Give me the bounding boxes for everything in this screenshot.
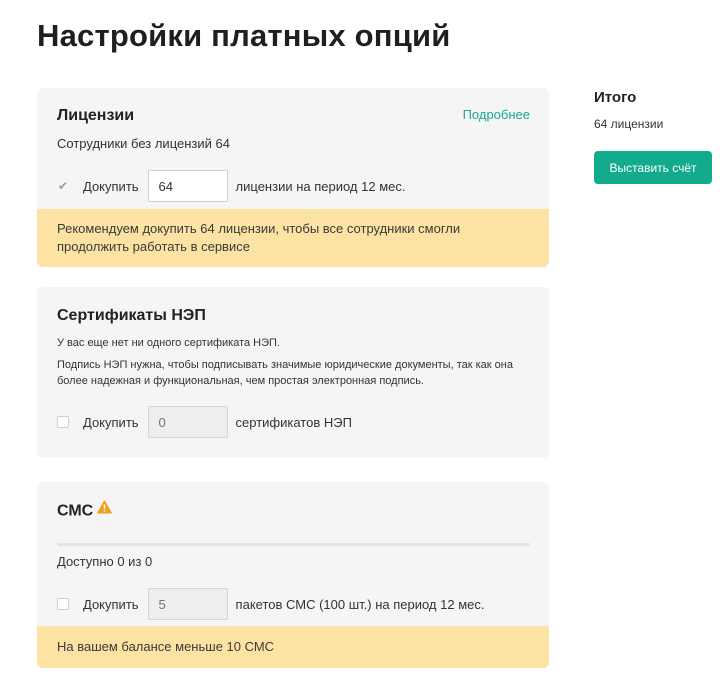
certificates-quantity-input[interactable] [147, 406, 228, 438]
certificates-buy-label: Докупить [83, 414, 139, 430]
sms-usage-bar [57, 543, 530, 546]
sms-period-label: пакетов СМС (100 шт.) на период 12 мес. [235, 596, 485, 612]
licenses-recommendation-notice: Рекомендуем докупить 64 лицензии, чтобы … [37, 209, 549, 267]
certificates-unit-label: сертификатов НЭП [235, 414, 352, 430]
no-certificates-text: У вас еще нет ни одного сертификата НЭП. [57, 337, 280, 349]
licenses-checkbox[interactable]: ✔ [57, 180, 69, 192]
certificates-checkbox[interactable] [57, 416, 69, 428]
more-link[interactable]: Подробнее [463, 107, 530, 122]
licenses-buy-row: ✔ Докупить лицензии на период 12 мес. [57, 170, 405, 202]
licenses-quantity-input[interactable] [147, 170, 228, 202]
invoice-button[interactable]: Выставить счёт [594, 151, 712, 184]
licenses-buy-label: Докупить [83, 178, 139, 194]
sms-balance-notice: На вашем балансе меньше 10 СМС [37, 626, 549, 668]
sms-checkbox[interactable] [57, 598, 69, 610]
summary-count: 64 лицензии [594, 117, 664, 131]
sms-buy-row: Докупить пакетов СМС (100 шт.) на период… [57, 588, 484, 620]
certificates-buy-row: Докупить сертификатов НЭП [57, 406, 352, 438]
certificates-title: Сертификаты НЭП [57, 307, 206, 324]
licenses-period-label: лицензии на период 12 мес. [235, 178, 406, 194]
page-title: Настройки платных опций [37, 18, 451, 53]
certificates-description: Подпись НЭП нужна, чтобы подписывать зна… [57, 359, 513, 387]
summary-title: Итого [594, 89, 637, 106]
sms-buy-label: Докупить [83, 596, 139, 612]
sms-title: СМС [57, 502, 94, 520]
sms-title-row: СМС [57, 500, 113, 521]
sms-card: СМС Доступно 0 из 0 Докупить пакетов СМС… [37, 482, 549, 668]
warning-icon [97, 500, 113, 519]
sms-available-text: Доступно 0 из 0 [57, 554, 153, 569]
licenses-card: Лицензии Подробнее Сотрудники без лиценз… [37, 88, 549, 267]
checkmark-icon: ✔ [57, 179, 69, 193]
employees-without-license: Сотрудники без лицензий 64 [57, 136, 230, 151]
licenses-title: Лицензии [57, 107, 135, 124]
sms-quantity-input[interactable] [147, 588, 228, 620]
certificates-card: Сертификаты НЭП У вас еще нет ни одного … [37, 287, 549, 458]
